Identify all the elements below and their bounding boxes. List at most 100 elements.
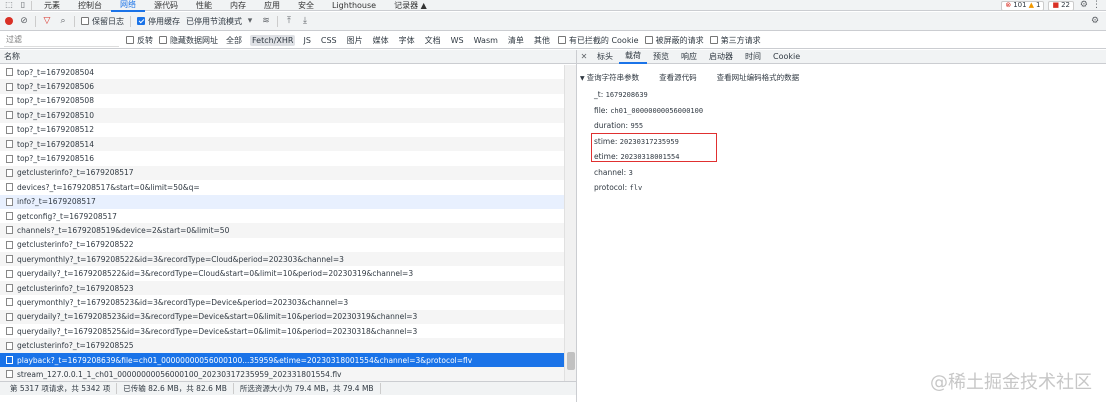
blocked-requests-checkbox[interactable]: 被屏蔽的请求 (644, 35, 704, 46)
table-row[interactable]: querymonthly?_t=1679208522&id=3&recordTy… (0, 252, 564, 267)
table-row[interactable]: stream_127.0.0.1_1_ch01_0000000005600010… (0, 367, 564, 381)
table-row[interactable]: top?_t=1679208512 (0, 122, 564, 137)
checkbox-label: 被屏蔽的请求 (655, 35, 704, 45)
table-row[interactable]: top?_t=1679208516 (0, 151, 564, 166)
tab-response[interactable]: 响应 (675, 50, 703, 63)
table-row[interactable]: top?_t=1679208506 (0, 79, 564, 94)
tab-lighthouse[interactable]: Lighthouse (323, 0, 385, 11)
tab-headers[interactable]: 标头 (591, 50, 619, 63)
type-manifest[interactable]: 清单 (506, 34, 526, 47)
more-options-icon[interactable]: ⋮ (1092, 0, 1101, 11)
tab-sources[interactable]: 源代码 (145, 0, 187, 11)
table-row[interactable]: getclusterinfo?_t=1679208522 (0, 237, 564, 253)
tab-cookies[interactable]: Cookie (767, 50, 806, 63)
filter-icon[interactable]: ▽ (42, 16, 52, 26)
clear-icon[interactable]: ⊘ (19, 16, 29, 26)
table-row[interactable]: getclusterinfo?_t=1679208525 (0, 338, 564, 353)
panel-divider[interactable] (576, 50, 577, 402)
view-url-encoded-link[interactable]: 查看网址编码格式的数据 (717, 72, 800, 83)
checkbox-label: 停用缓存 (148, 16, 180, 26)
tab-elements[interactable]: 元素 (35, 0, 69, 11)
tab-application[interactable]: 应用 (255, 0, 289, 11)
table-row[interactable]: channels?_t=1679208519&device=2&start=0&… (0, 223, 564, 238)
tab-timing[interactable]: 时间 (739, 50, 767, 63)
param-row: duration: 955 (580, 118, 1100, 134)
settings-gear-icon[interactable]: ⚙ (1080, 0, 1088, 11)
request-list-scrollbar[interactable] (564, 65, 576, 381)
preserve-log-checkbox[interactable]: 保留日志 (81, 16, 124, 27)
query-params-toggle[interactable]: ▼ 查询字符串参数 (580, 72, 639, 83)
tab-network[interactable]: 网络 (111, 0, 145, 12)
table-row-selected[interactable]: playback?_t=1679208639&file=ch01_0000000… (0, 352, 564, 368)
tab-payload[interactable]: 载荷 (619, 49, 647, 64)
third-party-checkbox[interactable]: 第三方请求 (709, 35, 761, 46)
issue-counters[interactable]: ⊗ 101 ▲ 1 ■ 22 (1001, 0, 1074, 11)
tab-recorder[interactable]: 记录器 ▲ (385, 0, 436, 11)
device-toolbar-icon[interactable]: ▯ (18, 0, 28, 10)
checkbox-box[interactable] (557, 36, 566, 44)
type-img[interactable]: 图片 (345, 34, 365, 47)
checkbox-box[interactable] (137, 17, 145, 25)
type-wasm[interactable]: Wasm (472, 35, 500, 46)
file-icon (6, 312, 13, 321)
table-row[interactable]: info?_t=1679208517 (0, 194, 564, 209)
table-row[interactable]: getclusterinfo?_t=1679208523 (0, 280, 564, 296)
scrollbar-thumb[interactable] (567, 352, 575, 370)
table-row[interactable]: getconfig?_t=1679208517 (0, 208, 564, 224)
checkbox-box[interactable] (644, 36, 653, 44)
watermark: @稀土掘金技术社区 (930, 372, 1092, 393)
issues-count-badge[interactable]: ■ 22 (1048, 0, 1074, 11)
checkbox-box[interactable] (126, 36, 134, 44)
table-row[interactable]: querydaily?_t=1679208523&id=3&recordType… (0, 309, 564, 325)
name-column-header[interactable]: 名称 (0, 50, 576, 64)
table-row[interactable]: top?_t=1679208504 (0, 65, 564, 80)
table-row[interactable]: top?_t=1679208508 (0, 93, 564, 109)
type-other[interactable]: 其他 (532, 34, 552, 47)
close-icon[interactable]: ✕ (577, 52, 591, 61)
import-icon[interactable]: ⤒ (284, 16, 294, 26)
hide-data-urls-checkbox[interactable]: 隐藏数据网址 (159, 35, 218, 46)
tab-security[interactable]: 安全 (289, 0, 323, 11)
file-icon (6, 168, 13, 177)
record-button[interactable] (5, 17, 13, 25)
export-icon[interactable]: ⤓ (300, 16, 310, 26)
type-ws[interactable]: WS (449, 35, 466, 46)
network-settings-gear-icon[interactable]: ⚙ (1090, 16, 1100, 26)
request-name: getclusterinfo?_t=1679208517 (17, 168, 134, 178)
throttle-label: 已停用节流模式 (186, 16, 242, 26)
disable-cache-checkbox[interactable]: 停用缓存 (137, 16, 180, 27)
type-all[interactable]: 全部 (224, 34, 244, 47)
table-row[interactable]: top?_t=1679208514 (0, 136, 564, 152)
table-row[interactable]: querymonthly?_t=1679208523&id=3&recordTy… (0, 295, 564, 310)
tab-preview[interactable]: 预览 (647, 50, 675, 63)
table-row[interactable]: devices?_t=1679208517&start=0&limit=50&q… (0, 180, 564, 195)
table-row[interactable]: querydaily?_t=1679208525&id=3&recordType… (0, 324, 564, 339)
invert-checkbox[interactable]: 反转 (126, 35, 153, 46)
table-row[interactable]: top?_t=1679208510 (0, 108, 564, 123)
tab-performance[interactable]: 性能 (187, 0, 221, 11)
blocked-cookies-checkbox[interactable]: 有已拦截的 Cookie (557, 35, 639, 46)
query-params-header: ▼ 查询字符串参数 查看源代码 查看网址编码格式的数据 (580, 70, 1100, 84)
throttle-select[interactable]: 已停用节流模式 ▾ (186, 16, 255, 27)
type-doc[interactable]: 文档 (423, 34, 443, 47)
inspect-element-icon[interactable]: ⬚ (4, 0, 14, 10)
type-fetch-xhr[interactable]: Fetch/XHR (250, 34, 296, 46)
checkbox-box[interactable] (81, 17, 89, 25)
checkbox-box[interactable] (159, 36, 167, 44)
network-conditions-icon[interactable]: ≋ (261, 16, 271, 26)
type-css[interactable]: CSS (319, 35, 339, 46)
table-row[interactable]: querydaily?_t=1679208522&id=3&recordType… (0, 266, 564, 281)
tab-memory[interactable]: 内存 (221, 0, 255, 11)
tab-initiator[interactable]: 启动器 (703, 50, 739, 63)
tab-console[interactable]: 控制台 (69, 0, 111, 11)
resource-size: 所选资源大小为 79.4 MB，共 79.4 MB (234, 383, 381, 394)
type-js[interactable]: JS (301, 35, 312, 46)
checkbox-box[interactable] (709, 36, 718, 44)
filter-input[interactable] (4, 33, 119, 47)
type-media[interactable]: 媒体 (371, 34, 391, 47)
error-count-badge[interactable]: ⊗ 101 ▲ 1 (1001, 0, 1045, 11)
table-row[interactable]: getclusterinfo?_t=1679208517 (0, 165, 564, 181)
view-source-link[interactable]: 查看源代码 (659, 72, 697, 83)
type-font[interactable]: 字体 (397, 34, 417, 47)
search-icon[interactable]: ⌕ (58, 16, 68, 26)
